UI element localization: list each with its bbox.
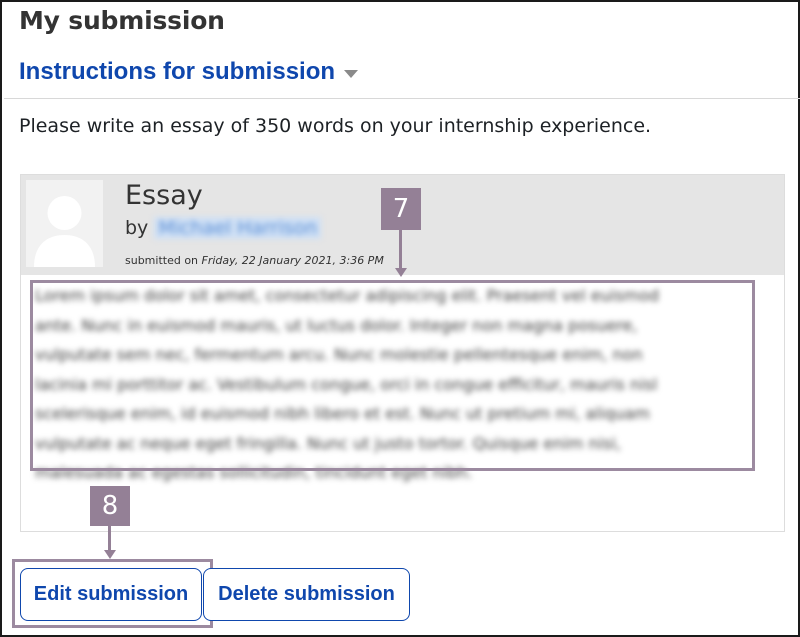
page-frame: My submission Instructions for submissio… bbox=[0, 0, 800, 637]
callout-line-7 bbox=[399, 230, 402, 268]
caret-down-icon bbox=[344, 70, 359, 78]
submitted-date: Friday, 22 January 2021, 3:36 PM bbox=[201, 254, 384, 267]
instructions-toggle-label: Instructions for submission bbox=[19, 58, 336, 85]
submitted-line: submitted on Friday, 22 January 2021, 3:… bbox=[125, 254, 384, 267]
delete-submission-button[interactable]: Delete submission bbox=[203, 568, 410, 621]
callout-line-8 bbox=[108, 526, 111, 550]
callout-arrow-7 bbox=[394, 268, 407, 277]
submitted-label: submitted on bbox=[125, 254, 199, 267]
callout-badge-8: 8 bbox=[90, 486, 130, 526]
user-silhouette-icon bbox=[26, 180, 103, 267]
edit-submission-button[interactable]: Edit submission bbox=[20, 568, 202, 621]
avatar bbox=[26, 180, 103, 267]
callout-box-essay-body bbox=[30, 280, 755, 471]
callout-arrow-8 bbox=[103, 550, 116, 559]
callout-badge-7: 7 bbox=[381, 188, 421, 230]
author-name-link[interactable]: Michael Harrison bbox=[154, 217, 322, 239]
submission-title: Essay bbox=[125, 180, 203, 211]
by-label: by bbox=[125, 217, 149, 239]
instructions-text: Please write an essay of 350 words on yo… bbox=[19, 115, 652, 137]
section-divider bbox=[4, 98, 800, 99]
page-title: My submission bbox=[19, 6, 225, 35]
author-line: by Michael Harrison bbox=[125, 217, 322, 239]
instructions-toggle[interactable]: Instructions for submission bbox=[19, 58, 359, 86]
